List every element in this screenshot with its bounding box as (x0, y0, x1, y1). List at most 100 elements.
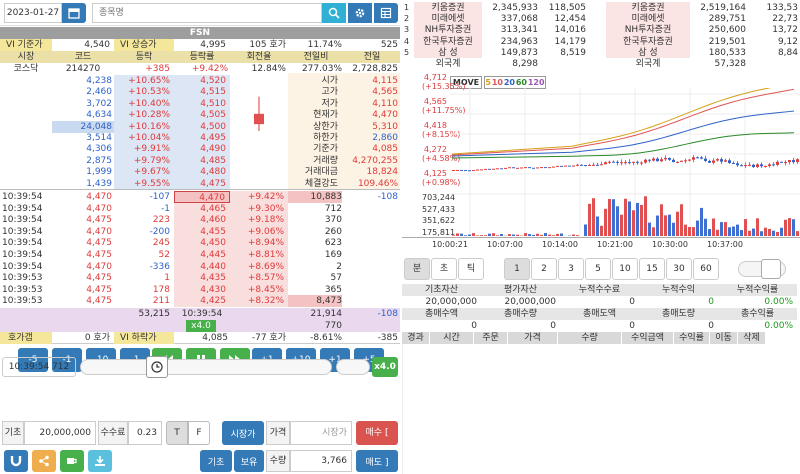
ma-label[interactable]: 60 (516, 77, 527, 88)
candle-body (488, 168, 491, 170)
download-button[interactable] (88, 450, 112, 472)
toggle-f[interactable]: F (188, 421, 210, 445)
volume-bar (716, 229, 719, 236)
ma-label[interactable]: 5 (485, 77, 491, 88)
playback-time-field[interactable]: 10:39:54 712 (2, 357, 76, 377)
period-tab[interactable]: 5 (585, 258, 611, 280)
ask-volume: 3,514 (86, 133, 112, 143)
buy-button[interactable]: 매수 [ (356, 421, 398, 445)
chart-type-tab[interactable]: 초 (431, 258, 457, 280)
ask-price[interactable]: 4,480 (174, 166, 230, 179)
period-tab[interactable]: 15 (639, 258, 665, 280)
fee-input[interactable]: 0.23 (128, 421, 162, 445)
period-tab[interactable]: 60 (693, 258, 719, 280)
ma-label[interactable]: 20 (504, 77, 515, 88)
ma-label[interactable]: 10 (492, 77, 503, 88)
bid-price[interactable]: 4,455 (174, 225, 230, 238)
clock-icon (151, 361, 163, 373)
bid-price[interactable]: 4,465 (174, 202, 230, 215)
volume-bar (612, 199, 615, 236)
symbol-search-input[interactable] (92, 3, 322, 23)
slider-handle[interactable] (146, 356, 168, 378)
ask-price[interactable]: 4,520 (174, 75, 230, 87)
chart-type-tab[interactable]: 틱 (458, 258, 484, 280)
stat-label: 현재가 (313, 110, 338, 121)
candle-body (460, 169, 463, 171)
stat-label: 거래량 (313, 155, 338, 166)
ask-rate: +9.91% (114, 143, 174, 156)
bid-price[interactable]: 4,470 (174, 191, 230, 203)
candle-body (660, 159, 663, 162)
period-tab[interactable]: 30 (666, 258, 692, 280)
chart-type-tab[interactable]: 분 (404, 258, 430, 280)
candle-body (680, 160, 683, 162)
ask-price[interactable]: 4,495 (174, 132, 230, 144)
settings-button[interactable] (348, 3, 372, 23)
candle-body (716, 159, 719, 161)
bid-rate: +8.81% (230, 249, 288, 261)
date-field[interactable]: 2023-01-27 (4, 3, 62, 23)
volume-bar (560, 233, 563, 236)
tick-time: 10:39:53 (2, 296, 43, 307)
sell-broker-name: 외국계 (414, 58, 482, 70)
ask-price[interactable]: 4,510 (174, 97, 230, 110)
calendar-button[interactable] (62, 3, 86, 23)
ask-price[interactable]: 4,515 (174, 86, 230, 99)
ask-price[interactable]: 4,505 (174, 109, 230, 122)
candle-body (456, 169, 459, 171)
ask-rate: +10.04% (114, 132, 174, 144)
tick-qty: 178 (152, 284, 170, 295)
bid-orderbook: 10:39:54 4,470 -107 10:39:54 4,470 -1 10:39:54… (0, 190, 400, 308)
price-input[interactable]: 시장가 (290, 421, 352, 445)
orders-header: 주문 (474, 332, 508, 344)
volume-bar (544, 233, 547, 236)
candle-body (636, 161, 639, 163)
ask-rate: +9.55% (114, 177, 174, 190)
buy-broker-value: 9,12 (777, 36, 798, 47)
account-value: 0 (708, 297, 714, 307)
bid-price[interactable]: 4,460 (174, 214, 230, 227)
table-button[interactable] (374, 3, 398, 23)
buy-broker-name: NH투자증권 (606, 24, 690, 37)
share-button[interactable] (32, 450, 56, 472)
magnet-button[interactable] (4, 450, 28, 472)
sell-button[interactable]: 매도 ] (356, 450, 398, 472)
candle-body (776, 161, 779, 165)
period-tab[interactable]: 3 (558, 258, 584, 280)
bid-price[interactable]: 4,425 (174, 295, 230, 308)
ma-label[interactable]: 120 (528, 77, 545, 88)
ask-price[interactable]: 4,475 (174, 177, 230, 190)
bid-price[interactable]: 4,440 (174, 260, 230, 273)
ask-price[interactable]: 4,485 (174, 154, 230, 167)
volume-bar (456, 233, 459, 236)
period-tab[interactable]: 10 (612, 258, 638, 280)
bid-price[interactable]: 4,435 (174, 272, 230, 285)
candle-body (780, 161, 783, 163)
chart-toggle[interactable] (738, 259, 786, 279)
ask-volume: 4,634 (86, 110, 112, 121)
header-prev: 전일 (363, 52, 381, 62)
period-tab[interactable]: 2 (531, 258, 557, 280)
speed-slider[interactable] (336, 359, 370, 375)
qty-input[interactable]: 3,766 (290, 450, 352, 472)
search-button[interactable] (322, 3, 346, 23)
volume-bar (732, 226, 735, 236)
volume-bar (740, 230, 743, 236)
toggle-t[interactable]: T (166, 421, 188, 445)
ask-price[interactable]: 4,490 (174, 143, 230, 156)
hold-button[interactable]: 보유 (234, 450, 264, 472)
period-tab[interactable]: 1 (504, 258, 530, 280)
bid-price[interactable]: 4,445 (174, 249, 230, 261)
bid-price[interactable]: 4,430 (174, 283, 230, 296)
market-price-button[interactable]: 시장가 (222, 421, 264, 445)
bid-price[interactable]: 4,450 (174, 237, 230, 250)
volume-bar (704, 218, 707, 236)
candle-body (652, 158, 655, 161)
volume-bar (516, 234, 519, 236)
base-input[interactable]: 20,000,000 (24, 421, 96, 445)
ask-price[interactable]: 4,500 (174, 120, 230, 133)
base-button[interactable]: 기초 (200, 450, 232, 472)
volume-bar (632, 210, 635, 236)
playback-slider[interactable] (80, 359, 332, 375)
coffee-button[interactable] (60, 450, 84, 472)
